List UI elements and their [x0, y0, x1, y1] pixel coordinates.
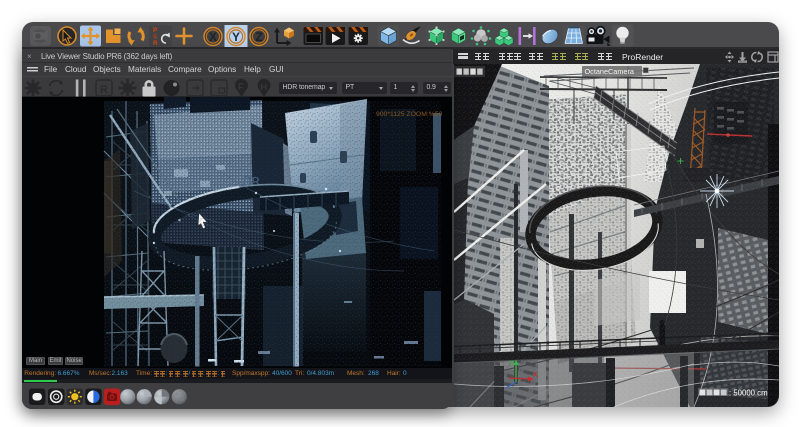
svg-text:X: X — [209, 30, 217, 44]
svg-text:900*1125 ZOOM:%50: 900*1125 ZOOM:%50 — [376, 111, 443, 118]
svg-text:F: F — [238, 82, 244, 92]
svg-text:X: X — [533, 372, 538, 379]
svg-text:Y: Y — [510, 360, 515, 367]
svg-text:H: H — [261, 82, 268, 92]
svg-text:Y: Y — [232, 30, 240, 44]
svg-text:OctaneCamera: OctaneCamera — [585, 67, 635, 76]
svg-text:R: R — [100, 84, 108, 96]
svg-text:Z: Z — [255, 30, 262, 44]
svg-text:R: R — [153, 40, 158, 47]
svg-text:: 50000 cm: : 50000 cm — [729, 389, 768, 398]
